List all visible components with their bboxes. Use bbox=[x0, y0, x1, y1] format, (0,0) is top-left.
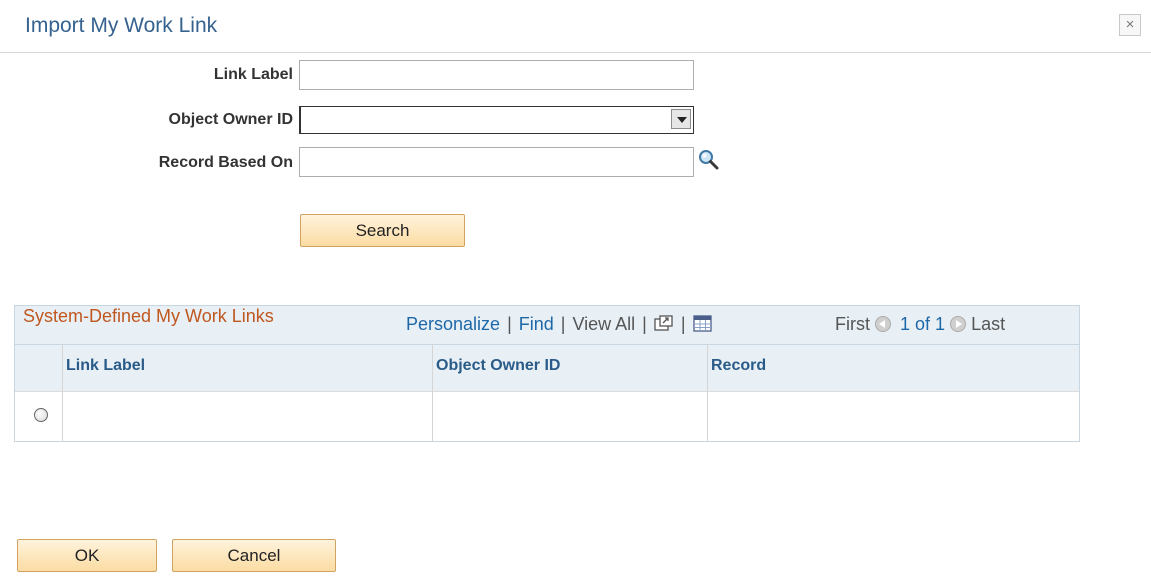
separator: | bbox=[507, 314, 512, 334]
system-defined-links-grid: System-Defined My Work Links Personalize… bbox=[14, 305, 1080, 442]
column-header-record[interactable]: Record bbox=[707, 344, 1079, 391]
spreadsheet-icon[interactable] bbox=[692, 307, 713, 347]
link-label-input[interactable] bbox=[299, 60, 694, 90]
column-divider bbox=[707, 344, 708, 441]
last-label: Last bbox=[971, 314, 1006, 334]
row-object-owner-id-cell bbox=[432, 391, 707, 441]
view-all-link[interactable]: View All bbox=[572, 314, 635, 334]
record-based-on-label: Record Based On bbox=[158, 154, 293, 171]
first-label: First bbox=[835, 314, 870, 334]
grid-toolbar: Personalize | Find | View All | | bbox=[406, 304, 713, 347]
column-divider bbox=[62, 344, 63, 441]
magnifier-icon[interactable] bbox=[697, 148, 719, 170]
separator: | bbox=[642, 314, 647, 334]
row-link-label-cell bbox=[62, 391, 432, 441]
cancel-button[interactable]: Cancel bbox=[172, 539, 336, 572]
grid-title: System-Defined My Work Links bbox=[23, 306, 274, 326]
row-radio-button[interactable] bbox=[34, 408, 48, 422]
column-header-link-label[interactable]: Link Label bbox=[62, 344, 432, 391]
object-owner-id-select[interactable] bbox=[299, 106, 694, 134]
page-range: 1 of 1 bbox=[900, 314, 946, 334]
close-icon[interactable]: × bbox=[1119, 14, 1141, 36]
search-button[interactable]: Search bbox=[300, 214, 465, 247]
separator: | bbox=[560, 314, 566, 334]
ok-button[interactable]: OK bbox=[17, 539, 157, 572]
dialog-titlebar: Import My Work Link × bbox=[0, 0, 1151, 53]
select-column-header bbox=[15, 344, 62, 391]
link-label-label: Link Label bbox=[213, 66, 293, 83]
separator: | bbox=[680, 314, 686, 334]
import-my-work-link-dialog: Import My Work Link × Link Label Object … bbox=[0, 0, 1151, 584]
personalize-link[interactable]: Personalize bbox=[406, 314, 500, 334]
dialog-title: Import My Work Link bbox=[25, 14, 218, 37]
column-header-object-owner-id[interactable]: Object Owner ID bbox=[432, 344, 707, 391]
row-record-cell bbox=[707, 391, 1079, 441]
object-owner-id-label: Object Owner ID bbox=[168, 111, 293, 128]
chevron-down-icon[interactable] bbox=[671, 109, 691, 129]
next-icon[interactable] bbox=[950, 316, 967, 332]
previous-icon[interactable] bbox=[875, 316, 892, 332]
column-divider bbox=[432, 344, 433, 441]
record-based-on-input[interactable] bbox=[299, 147, 694, 177]
grid-header: System-Defined My Work Links Personalize… bbox=[15, 306, 1079, 344]
find-link[interactable]: Find bbox=[519, 314, 554, 334]
new-window-icon[interactable] bbox=[654, 307, 674, 347]
grid-pagination: First 1 of 1 Last bbox=[835, 304, 1005, 344]
